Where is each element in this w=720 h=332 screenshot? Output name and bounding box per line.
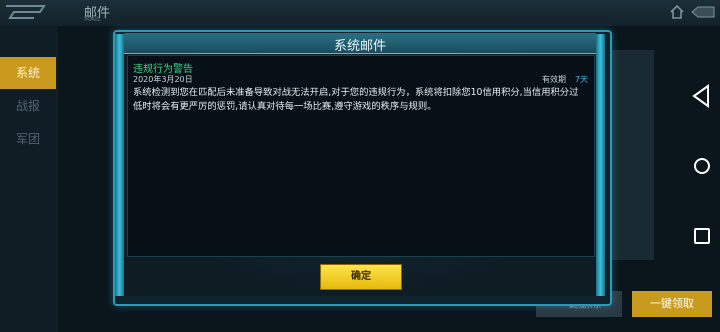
home-icon[interactable] [670, 5, 684, 19]
dialog-title: 系统邮件 [333, 39, 386, 54]
android-navigation-bar [692, 84, 710, 244]
android-home-icon[interactable] [694, 158, 710, 174]
validity-value: 7天 [575, 75, 589, 84]
mail-date: 2020年3月20日 [133, 75, 193, 84]
collect-all-button[interactable]: 一键领取 [632, 291, 712, 317]
frame-rail-right [596, 34, 605, 296]
tab-battle-report[interactable]: 战报 [0, 90, 56, 122]
back-icon[interactable] [690, 4, 716, 20]
validity-label: 有效期 [542, 75, 566, 84]
confirm-button[interactable]: 确定 [320, 264, 402, 290]
mail-body: 系统检测到您在匹配后未准备导致对战无法开启,对于您的违规行为，系统将扣除您10信… [133, 87, 579, 112]
page-subtitle: MAIL [84, 15, 101, 23]
logo [6, 5, 46, 19]
mail-subject: 违规行为警告 [133, 64, 193, 75]
android-back-icon[interactable] [692, 84, 709, 108]
tab-legion[interactable]: 军团 [0, 123, 56, 155]
background-panel [610, 50, 654, 260]
tab-system[interactable]: 系统 [0, 57, 56, 89]
frame-rail-left [115, 34, 124, 296]
android-recents-icon[interactable] [694, 228, 710, 244]
